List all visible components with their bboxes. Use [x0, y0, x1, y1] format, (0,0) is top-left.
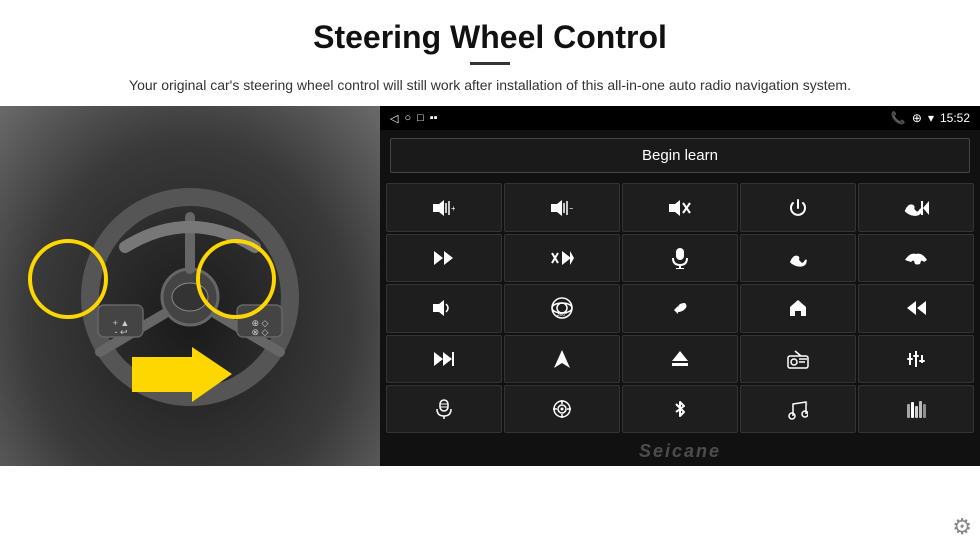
head-unit-section: ◁ ○ □ ▪▪ 📞 ⊕ ▾ 15:52 Begin learn — [380, 106, 980, 466]
back-button[interactable] — [622, 284, 738, 332]
page-container: Steering Wheel Control Your original car… — [0, 0, 980, 548]
power-button[interactable] — [740, 183, 856, 231]
bluetooth-button[interactable] — [622, 385, 738, 433]
hang-up-button[interactable] — [858, 234, 974, 282]
svg-text:- ↩: - ↩ — [114, 327, 127, 337]
yellow-arrow — [132, 347, 232, 402]
mute-button[interactable] — [622, 183, 738, 231]
recents-nav-icon[interactable]: □ — [417, 112, 424, 124]
time-display: 15:52 — [940, 111, 970, 125]
back-nav-icon[interactable]: ◁ — [390, 112, 398, 125]
phone-status-icon: 📞 — [891, 111, 906, 125]
home-nav-icon[interactable]: ○ — [404, 112, 411, 124]
svg-text:360°: 360° — [557, 312, 567, 318]
status-bar: ◁ ○ □ ▪▪ 📞 ⊕ ▾ 15:52 — [380, 106, 980, 130]
svg-text:+: + — [451, 204, 455, 213]
car-image-section: + ▲ - ↩ ⊕ ◇ ⊗ ◇ — [0, 106, 380, 466]
music-button[interactable]: ⚙ — [740, 385, 856, 433]
vol-down-button[interactable]: − — [504, 183, 620, 231]
call-button[interactable] — [740, 234, 856, 282]
status-bar-left: ◁ ○ □ ▪▪ — [390, 112, 438, 125]
highlight-circle-right — [196, 239, 276, 319]
rewind-button[interactable] — [858, 284, 974, 332]
gps-icon: ⊕ — [912, 111, 922, 125]
mic-button[interactable] — [622, 234, 738, 282]
fast-forward-button[interactable] — [386, 335, 502, 383]
signal-icon: ▪▪ — [430, 112, 438, 124]
seicane-watermark: Seicane — [380, 439, 980, 466]
svg-text:⊗ ◇: ⊗ ◇ — [252, 327, 269, 337]
skip-button[interactable] — [504, 234, 620, 282]
content-row: + ▲ - ↩ ⊕ ◇ ⊗ ◇ — [0, 106, 980, 548]
begin-learn-row: Begin learn — [380, 130, 980, 181]
next-track-button[interactable] — [386, 234, 502, 282]
radio-button[interactable] — [740, 335, 856, 383]
mic2-button[interactable] — [386, 385, 502, 433]
title-divider — [470, 62, 510, 65]
eq-settings-button[interactable] — [858, 335, 974, 383]
controls-grid: + − — [380, 181, 980, 439]
subtitle-text: Your original car's steering wheel contr… — [100, 75, 880, 96]
header-section: Steering Wheel Control Your original car… — [0, 0, 980, 106]
gear-settings-icon[interactable]: ⚙ — [952, 514, 972, 540]
head-unit-wrapper: ◁ ○ □ ▪▪ 📞 ⊕ ▾ 15:52 Begin learn — [380, 106, 980, 548]
eject-button[interactable] — [622, 335, 738, 383]
highlight-circle-left — [28, 239, 108, 319]
speaker-button[interactable] — [386, 284, 502, 332]
target-button[interactable] — [504, 385, 620, 433]
page-title: Steering Wheel Control — [60, 18, 920, 56]
status-bar-right: 📞 ⊕ ▾ 15:52 — [891, 111, 970, 125]
navigate-button[interactable] — [504, 335, 620, 383]
home-button[interactable] — [740, 284, 856, 332]
vol-up-button[interactable]: + — [386, 183, 502, 231]
phone-prev-button[interactable] — [858, 183, 974, 231]
equalizer-button[interactable] — [858, 385, 974, 433]
svg-text:−: − — [569, 204, 573, 213]
begin-learn-button[interactable]: Begin learn — [390, 138, 970, 173]
svg-text:⚙: ⚙ — [807, 400, 808, 408]
camera-360-button[interactable]: 360° — [504, 284, 620, 332]
wifi-icon: ▾ — [928, 111, 934, 125]
